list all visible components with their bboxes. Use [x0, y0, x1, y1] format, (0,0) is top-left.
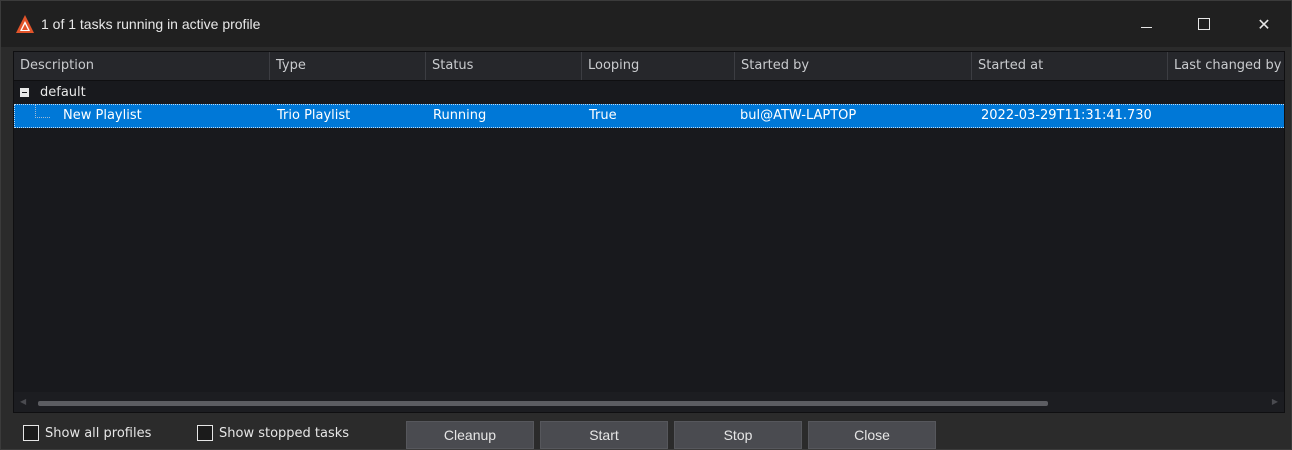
scroll-left-icon[interactable]: ◀	[20, 397, 26, 406]
cell-looping: True	[589, 108, 617, 123]
horizontal-scrollbar[interactable]: ◀ ▶	[14, 392, 1284, 412]
task-monitor-window: 1 of 1 tasks running in active profile ✕…	[0, 0, 1292, 450]
checkbox-box[interactable]	[23, 425, 39, 441]
column-header-status[interactable]: Status	[426, 52, 582, 80]
close-window-button[interactable]: ✕	[1241, 1, 1287, 47]
minimize-button[interactable]	[1123, 1, 1169, 47]
minimize-icon	[1140, 26, 1152, 28]
maximize-button[interactable]	[1181, 1, 1227, 47]
column-header-last-changed-by[interactable]: Last changed by	[1168, 52, 1284, 80]
column-header-looping[interactable]: Looping	[582, 52, 735, 80]
cell-started-by: bul@ATW-LAPTOP	[740, 108, 857, 123]
group-row-default[interactable]: default	[14, 81, 1284, 103]
scrollbar-thumb[interactable]	[38, 401, 1048, 406]
scroll-right-icon[interactable]: ▶	[1272, 397, 1278, 406]
grid-header: Description Type Status Looping Started …	[14, 52, 1284, 81]
group-label: default	[40, 84, 86, 100]
column-header-type[interactable]: Type	[270, 52, 426, 80]
window-title: 1 of 1 tasks running in active profile	[41, 16, 261, 32]
start-button[interactable]: Start	[540, 421, 668, 449]
maximize-icon	[1198, 18, 1210, 30]
table-row[interactable]: New Playlist Trio Playlist Running True …	[14, 104, 1284, 128]
column-header-description[interactable]: Description	[14, 52, 270, 80]
checkbox-box[interactable]	[197, 425, 213, 441]
cell-status: Running	[433, 108, 487, 123]
column-header-started-by[interactable]: Started by	[735, 52, 972, 80]
footer-bar: Show all profiles Show stopped tasks Cle…	[1, 419, 1291, 449]
show-all-profiles-label: Show all profiles	[45, 425, 152, 441]
show-stopped-tasks-label: Show stopped tasks	[219, 425, 350, 441]
title-bar[interactable]: 1 of 1 tasks running in active profile ✕	[1, 1, 1291, 47]
show-stopped-tasks-checkbox[interactable]: Show stopped tasks	[197, 425, 349, 441]
close-button[interactable]: Close	[808, 421, 936, 449]
close-icon: ✕	[1257, 14, 1271, 34]
cleanup-button[interactable]: Cleanup	[406, 421, 534, 449]
show-all-profiles-checkbox[interactable]: Show all profiles	[23, 425, 151, 441]
app-logo-icon	[16, 15, 34, 33]
tree-connector	[35, 105, 50, 118]
cell-description: New Playlist	[63, 108, 142, 123]
cell-last-changed-by	[1171, 105, 1284, 127]
collapse-icon[interactable]	[20, 87, 29, 97]
tasks-grid[interactable]: Description Type Status Looping Started …	[13, 51, 1285, 413]
cell-type: Trio Playlist	[277, 108, 351, 123]
cell-started-at: 2022-03-29T11:31:41.730	[981, 108, 1152, 123]
column-header-started-at[interactable]: Started at	[972, 52, 1168, 80]
stop-button[interactable]: Stop	[674, 421, 802, 449]
